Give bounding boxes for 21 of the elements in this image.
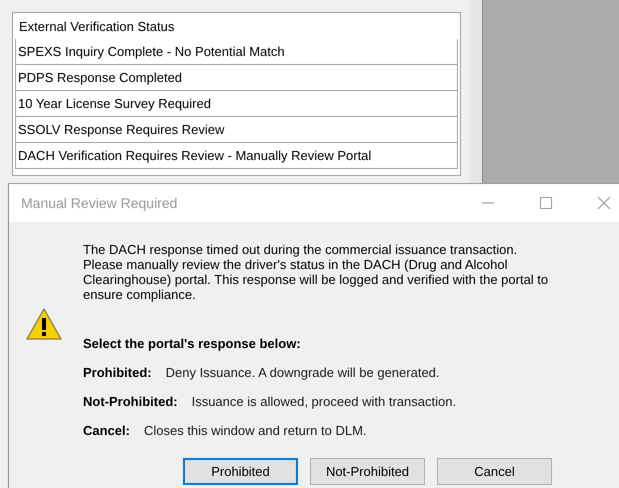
option-description: Deny Issuance. A downgrade will be generated. [166, 365, 440, 380]
list-row[interactable]: SPEXS Inquiry Complete - No Potential Match [15, 39, 458, 65]
maximize-icon[interactable] [539, 196, 553, 210]
option-description: Closes this window and return to DLM. [144, 423, 367, 438]
message-text: The DACH response timed out during the commercial issuance transaction. Please manually review the driver's status in the DACH (Drug and Alcohol Clearinghouse) portal. This response will be logged and verified with the portal to ensure compliance. [83, 242, 550, 302]
list-row[interactable]: PDPS Response Completed [15, 65, 458, 91]
option-description: Issuance is allowed, proceed with transaction. [192, 394, 456, 409]
dialog-button[interactable]: Cancel [437, 458, 552, 485]
list-header: External Verification Status [18, 18, 176, 36]
prompt-text: Select the portal's response below: [83, 336, 302, 351]
option-label: Cancel: [83, 423, 130, 438]
dialog-button[interactable]: Not-Prohibited [310, 458, 425, 485]
dialog-button[interactable]: Prohibited [183, 458, 298, 485]
list-row[interactable]: 10 Year License Survey Required [15, 91, 458, 117]
close-icon[interactable] [597, 196, 611, 210]
list-row[interactable]: DACH Verification Requires Review - Manually Review Portal [15, 143, 458, 169]
warning-icon [25, 307, 63, 341]
option-label: Prohibited: [83, 365, 152, 380]
window-title: Manual Review Required [21, 195, 178, 211]
option-label: Not-Prohibited: [83, 394, 178, 409]
list-row[interactable]: SSOLV Response Requires Review [15, 117, 458, 143]
